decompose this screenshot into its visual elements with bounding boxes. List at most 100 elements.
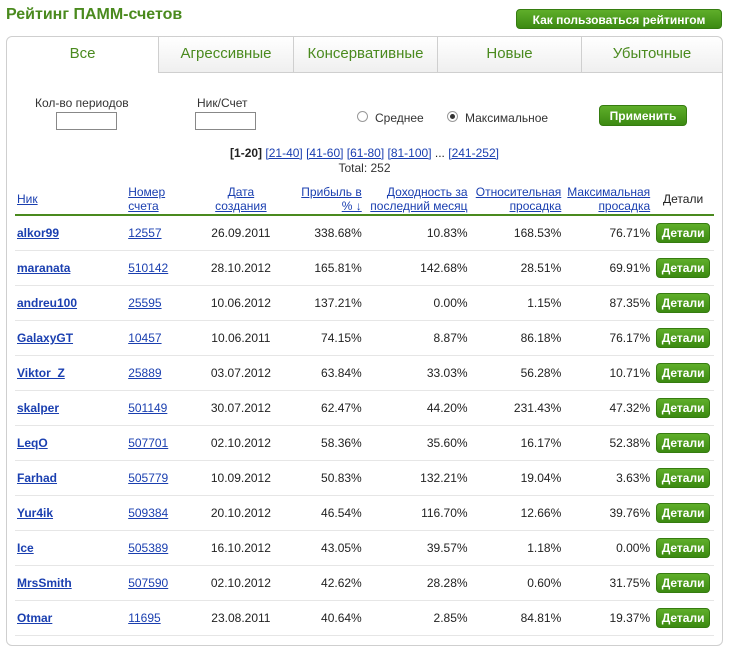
nick-link[interactable]: GalaxyGT <box>17 331 73 345</box>
yield-cell: 33.03% <box>363 355 470 391</box>
details-cell: Детали <box>652 425 714 461</box>
details-button[interactable]: Детали <box>656 363 711 383</box>
nick-link[interactable]: MrsSmith <box>17 576 72 590</box>
account-link[interactable]: 25595 <box>128 296 161 310</box>
tab-aggressive[interactable]: Агрессивные <box>159 37 294 73</box>
header-yield[interactable]: Доходность за последний месяц <box>363 183 470 216</box>
header-max-drawdown[interactable]: Максимальная просадка <box>563 183 653 216</box>
nick-cell: LeqO <box>15 425 127 461</box>
radio-average[interactable] <box>357 111 368 122</box>
created-cell: 02.10.2012 <box>196 565 286 601</box>
table-row: Ice 505389 16.10.2012 43.05% 39.57% 1.18% 0.00… <box>15 530 714 566</box>
account-link[interactable]: 12557 <box>128 226 161 240</box>
yield-cell: 132.21% <box>363 460 470 496</box>
header-account[interactable]: Номер счета <box>126 183 197 216</box>
tab-losing[interactable]: Убыточные <box>582 37 722 73</box>
how-to-use-rating-button[interactable]: Как пользоваться рейтингом <box>516 9 722 29</box>
account-link[interactable]: 505389 <box>128 541 168 555</box>
tab-all[interactable]: Все <box>7 37 159 73</box>
periods-input[interactable] <box>56 112 117 130</box>
nick-link[interactable]: Farhad <box>17 471 57 485</box>
nick-link[interactable]: skalper <box>17 401 59 415</box>
relative-drawdown-cell: 86.18% <box>469 320 564 356</box>
account-cell: 12557 <box>126 215 197 251</box>
details-button[interactable]: Детали <box>656 573 711 593</box>
profit-cell: 62.47% <box>285 390 364 426</box>
nick-cell: Farhad <box>15 460 127 496</box>
account-link[interactable]: 510142 <box>128 261 168 275</box>
header-nick[interactable]: Ник <box>15 183 127 216</box>
max-drawdown-cell: 19.37% <box>563 600 653 636</box>
details-button[interactable]: Детали <box>656 538 711 558</box>
details-button[interactable]: Детали <box>656 468 711 488</box>
pager-link[interactable]: [81-100] <box>388 146 432 160</box>
details-cell: Детали <box>652 285 714 321</box>
header-created[interactable]: Дата создания <box>196 183 286 216</box>
account-link[interactable]: 10457 <box>128 331 161 345</box>
pager-link[interactable]: [41-60] <box>306 146 343 160</box>
details-button[interactable]: Детали <box>656 223 711 243</box>
account-cell: 505779 <box>126 460 197 496</box>
account-link[interactable]: 507590 <box>128 576 168 590</box>
table-row: Yur4ik 509384 20.10.2012 46.54% 116.70% 12.66… <box>15 495 714 531</box>
details-button[interactable]: Детали <box>656 398 711 418</box>
relative-drawdown-cell: 1.18% <box>469 530 564 566</box>
profit-cell: 165.81% <box>285 250 364 286</box>
account-link[interactable]: 501149 <box>128 401 167 415</box>
account-cell: 25595 <box>126 285 197 321</box>
details-button[interactable]: Детали <box>656 608 711 628</box>
max-drawdown-cell: 3.63% <box>563 460 653 496</box>
account-cell: 25889 <box>126 355 197 391</box>
nick-link[interactable]: LeqO <box>17 436 48 450</box>
table-row: skalper 501149 30.07.2012 62.47% 44.20% 231.4… <box>15 390 714 426</box>
account-cell: 11695 <box>126 600 197 636</box>
nick-link[interactable]: Viktor_Z <box>17 366 65 380</box>
yield-cell: 116.70% <box>363 495 470 531</box>
nick-link[interactable]: andreu100 <box>17 296 77 310</box>
yield-cell: 2.85% <box>363 600 470 636</box>
nick-link[interactable]: maranata <box>17 261 70 275</box>
details-button[interactable]: Детали <box>656 433 711 453</box>
max-drawdown-cell: 0.00% <box>563 530 653 566</box>
nick-link[interactable]: Yur4ik <box>17 506 53 520</box>
nick-cell: MrsSmith <box>15 565 127 601</box>
created-cell: 03.07.2012 <box>196 355 286 391</box>
account-link[interactable]: 25889 <box>128 366 161 380</box>
pager-link[interactable]: [21-40] <box>265 146 302 160</box>
nick-account-input[interactable] <box>195 112 256 130</box>
nick-link[interactable]: Ice <box>17 541 34 555</box>
tab-new[interactable]: Новые <box>438 37 582 73</box>
account-link[interactable]: 505779 <box>128 471 168 485</box>
details-button[interactable]: Детали <box>656 258 711 278</box>
details-button[interactable]: Детали <box>656 503 711 523</box>
table-row: Farhad 505779 10.09.2012 50.83% 132.21% 19.04… <box>15 460 714 496</box>
details-cell: Детали <box>652 600 714 636</box>
profit-cell: 42.62% <box>285 565 364 601</box>
created-cell: 16.10.2012 <box>196 530 286 566</box>
apply-button[interactable]: Применить <box>599 105 687 126</box>
yield-cell: 10.83% <box>363 215 470 251</box>
relative-drawdown-cell: 231.43% <box>469 390 564 426</box>
header-profit[interactable]: Прибыль в% ↓ <box>285 183 364 216</box>
details-button[interactable]: Детали <box>656 328 711 348</box>
pager-link-last[interactable]: [241-252] <box>448 146 499 160</box>
details-cell: Детали <box>652 460 714 496</box>
table-row: MrsSmith 507590 02.10.2012 42.62% 28.28% 0.60… <box>15 565 714 601</box>
header-details: Детали <box>652 183 714 216</box>
account-link[interactable]: 509384 <box>128 506 168 520</box>
pager-link[interactable]: [61-80] <box>347 146 384 160</box>
yield-cell: 28.28% <box>363 565 470 601</box>
radio-maximum[interactable] <box>447 111 458 122</box>
header-relative-drawdown[interactable]: Относительная просадка <box>469 183 564 216</box>
nick-link[interactable]: Otmar <box>17 611 52 625</box>
details-button[interactable]: Детали <box>656 293 711 313</box>
nick-link[interactable]: alkor99 <box>17 226 59 240</box>
max-drawdown-cell: 39.76% <box>563 495 653 531</box>
tab-conservative[interactable]: Консервативные <box>294 37 438 73</box>
details-cell: Детали <box>652 320 714 356</box>
account-link[interactable]: 11695 <box>128 611 160 625</box>
account-cell: 10457 <box>126 320 197 356</box>
account-link[interactable]: 507701 <box>128 436 168 450</box>
created-cell: 10.06.2012 <box>196 285 286 321</box>
relative-drawdown-cell: 56.28% <box>469 355 564 391</box>
